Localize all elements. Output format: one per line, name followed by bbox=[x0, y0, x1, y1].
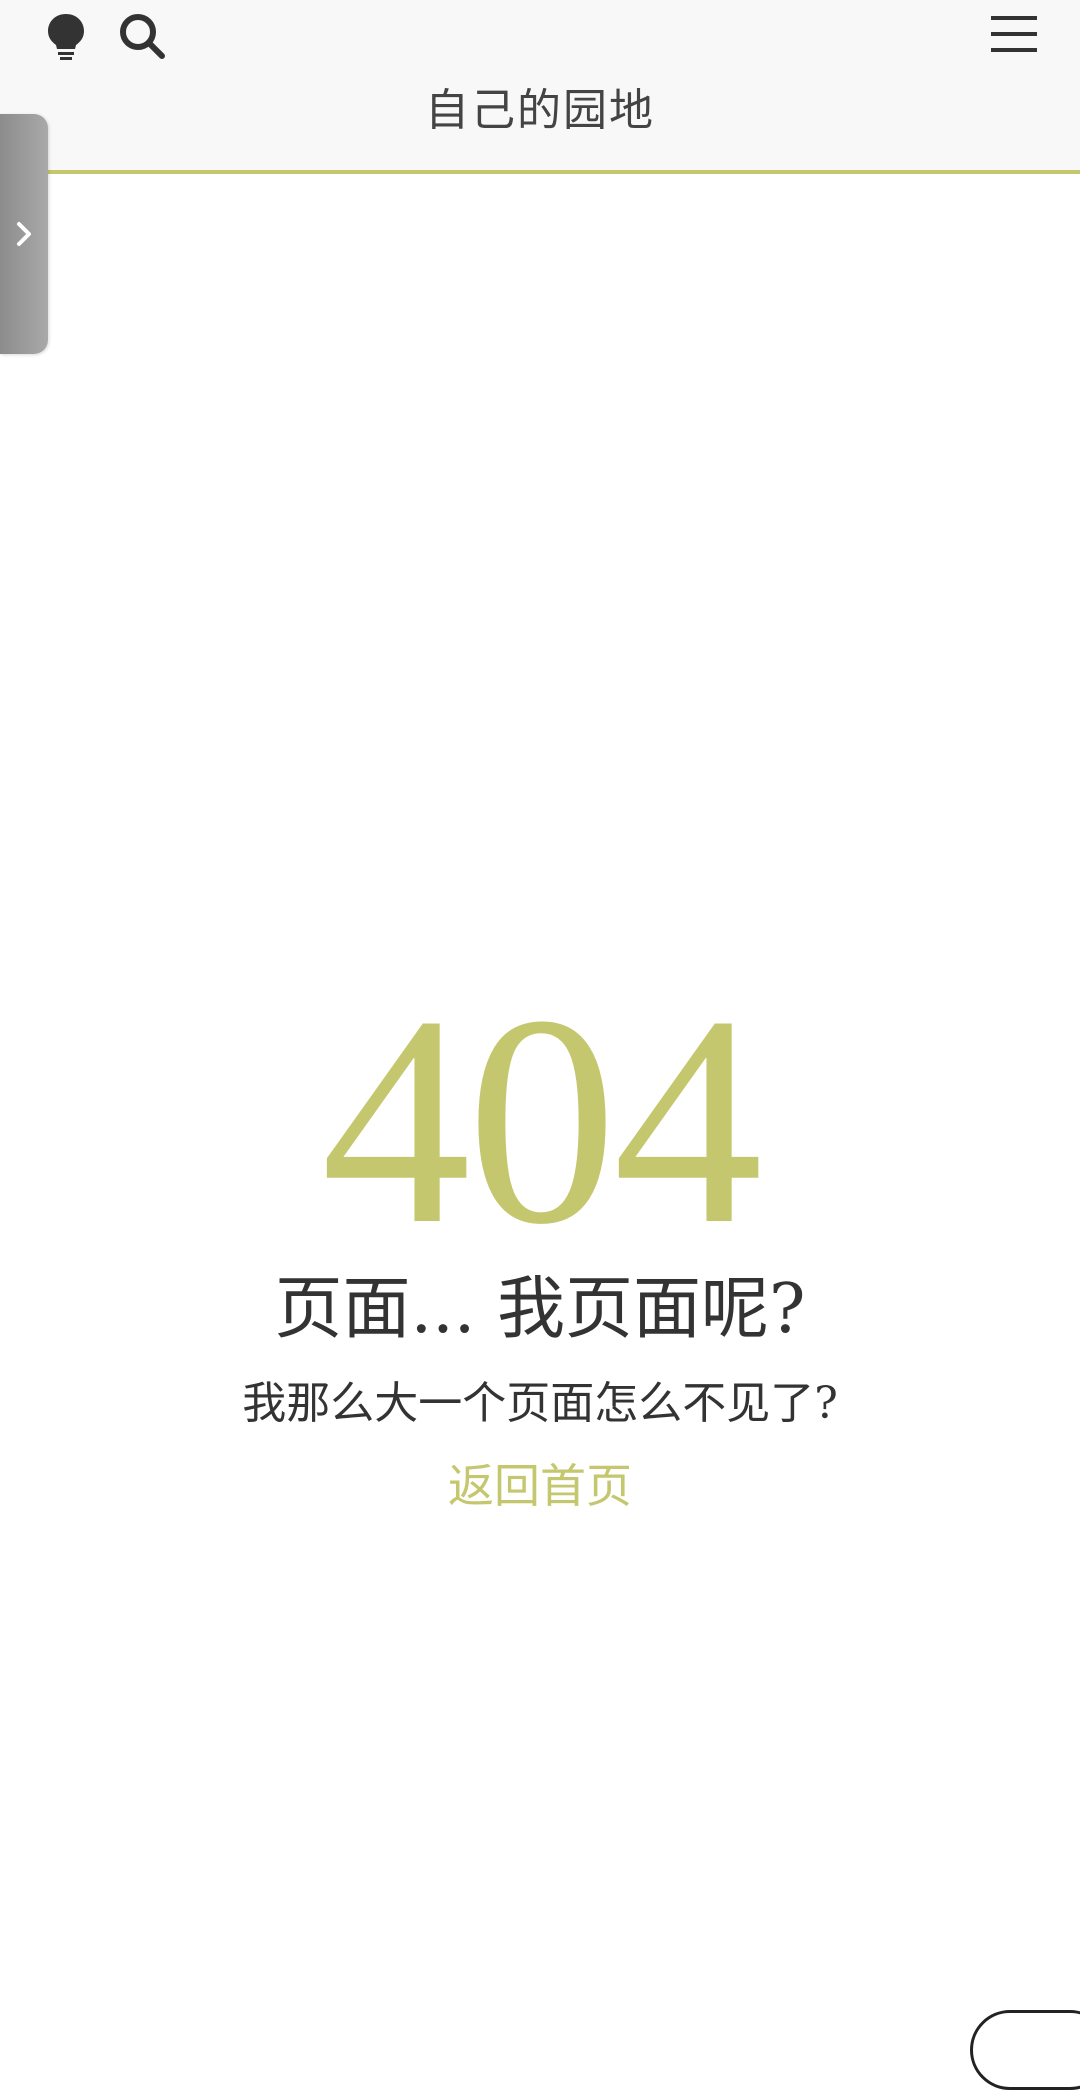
search-button[interactable] bbox=[110, 4, 174, 68]
menu-button[interactable] bbox=[982, 2, 1046, 66]
lightbulb-icon bbox=[48, 14, 84, 60]
sidebar-toggle-tab[interactable] bbox=[0, 114, 48, 354]
error-content: 404 页面... 我页面呢? 我那么大一个页面怎么不见了? 返回首页 bbox=[0, 954, 1080, 1516]
back-home-link[interactable]: 返回首页 bbox=[448, 1456, 632, 1516]
theme-toggle-button[interactable] bbox=[34, 4, 98, 68]
hamburger-menu-icon bbox=[991, 16, 1037, 52]
error-headline: 页面... 我页面呢? bbox=[274, 1270, 806, 1349]
floating-corner-button[interactable] bbox=[970, 2010, 1080, 2090]
chevron-right-icon bbox=[17, 222, 31, 246]
search-icon bbox=[120, 14, 165, 59]
site-header: 自己的园地 bbox=[0, 0, 1080, 174]
error-code: 404 bbox=[321, 954, 763, 1286]
site-title[interactable]: 自己的园地 bbox=[0, 74, 1080, 138]
error-message: 我那么大一个页面怎么不见了? bbox=[242, 1378, 838, 1429]
